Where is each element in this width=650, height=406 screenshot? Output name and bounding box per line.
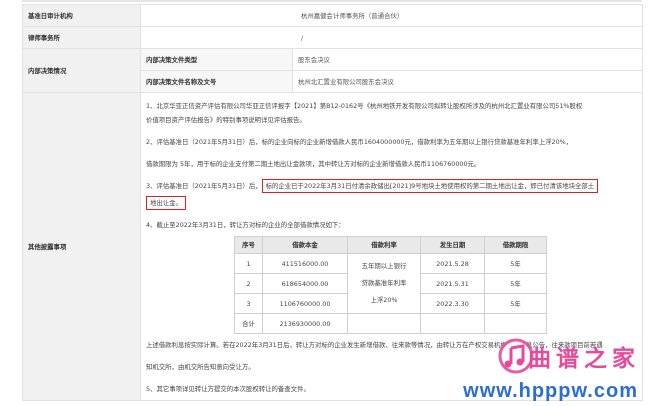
cell-term: 5年 [484,293,547,314]
cell-no: 2 [234,273,263,294]
cell-date: 2021.5.31 [420,273,485,294]
value-decision-type: 股东会决议 [292,48,643,71]
disclosure-p2b: 借款期限为 5年，用于标的企业支付第二期土地出让金款项，其中转让方对标的企业新增… [146,160,481,168]
label-decision-type: 内部决策文件类型 [140,48,293,71]
cell-date: 2022.3.30 [420,293,485,314]
disclosure-p1: 1、北京华亚正信资产评估有限公司华亚正信评报字【2021】第B12-0162号《… [146,102,583,110]
col-header: 借款本金 [262,236,348,254]
cell-total-amount: 2136930000.00 [262,313,348,334]
disclosure-p1b: 价值项目资产评估报告》的特别事项说明详见评估报告。 [146,116,306,124]
disclosure-p4: 4、截止至2022年3月31日，转让方对标的企业的全部借款情况如下： [146,221,345,229]
row-audit-firm: 基准日审计机构 杭州嘉健会计师事务所（普通合伙） [22,4,643,27]
highlight-box-2: 地出让金。 [146,196,186,210]
col-header: 借款利率 [347,236,421,254]
loan-table-header: 序号 借款本金 借款利率 发生日期 借款期限 [234,236,547,254]
page: 基准日审计机构 杭州嘉健会计师事务所（普通合伙） 律师事务所 / 内部决策情况 … [0,0,650,406]
cell-rate: 五年期以上银行 贷款基准年利率 上浮20% [347,253,421,314]
col-header: 发生日期 [420,236,485,254]
label-audit-firm: 基准日审计机构 [22,4,141,27]
watermark-name: 曲谱之家 [528,346,640,372]
row-law-firm: 律师事务所 / [22,26,643,49]
value-law-firm: / [140,26,643,49]
col-header: 序号 [234,236,263,254]
cell-term: 5年 [484,273,547,294]
cell-empty [347,313,421,334]
label-decision-name: 内部决策文件名称及文号 [140,70,293,93]
cell-date: 2021.5.28 [420,253,485,274]
cell-amount: 1106760000.00 [262,293,348,314]
label-law-firm: 律师事务所 [22,26,141,49]
label-other-disclosures: 其他披露事项 [22,92,141,401]
table-row: 1 411516000.00 五年期以上银行 贷款基准年利率 上浮20% 202… [234,253,547,314]
cell-empty [420,313,485,334]
cell-no: 1 [234,253,263,274]
cell-amount: 618654000.00 [262,273,348,294]
rate-line: 贷款基准年利率 [361,279,407,287]
disclosure-p2: 2、评估基准日（2021年5月31日）后，标的企业向标的企业新增借款人民币160… [146,138,573,146]
row-decision-type: 内部决策情况 内部决策文件类型 股东会决议 [22,48,643,93]
disclosure-p3: 3、评估基准日（2021年5月31日）后， 标的企业已于2022年3月31日付清余… [146,179,637,193]
rate-line: 上浮20% [370,296,398,304]
col-header: 借款期限 [484,236,547,254]
disclosure-p3b: 地出让金。 [146,196,637,210]
highlight-box: 标的企业已于2022年3月31日付清余政储出[2021]9号地块土地使用权的第二… [261,179,599,193]
cell-term: 5年 [484,253,547,274]
label-decision: 内部决策情况 [22,48,141,93]
top-divider [22,0,642,2]
watermark-site: www.hpppw.com [463,380,638,402]
cell-amount: 411516000.00 [262,253,348,274]
disclosure-p3-prefix: 3、评估基准日（2021年5月31日）后， [146,182,262,190]
value-decision-name: 杭州北汇置业有限公司股东会决议 [292,70,643,93]
value-audit-firm: 杭州嘉健会计师事务所（普通合伙） [140,4,643,27]
cell-total-label: 合计 [234,313,263,334]
rate-line: 五年期以上银行 [361,262,407,270]
cell-no: 3 [234,293,263,314]
